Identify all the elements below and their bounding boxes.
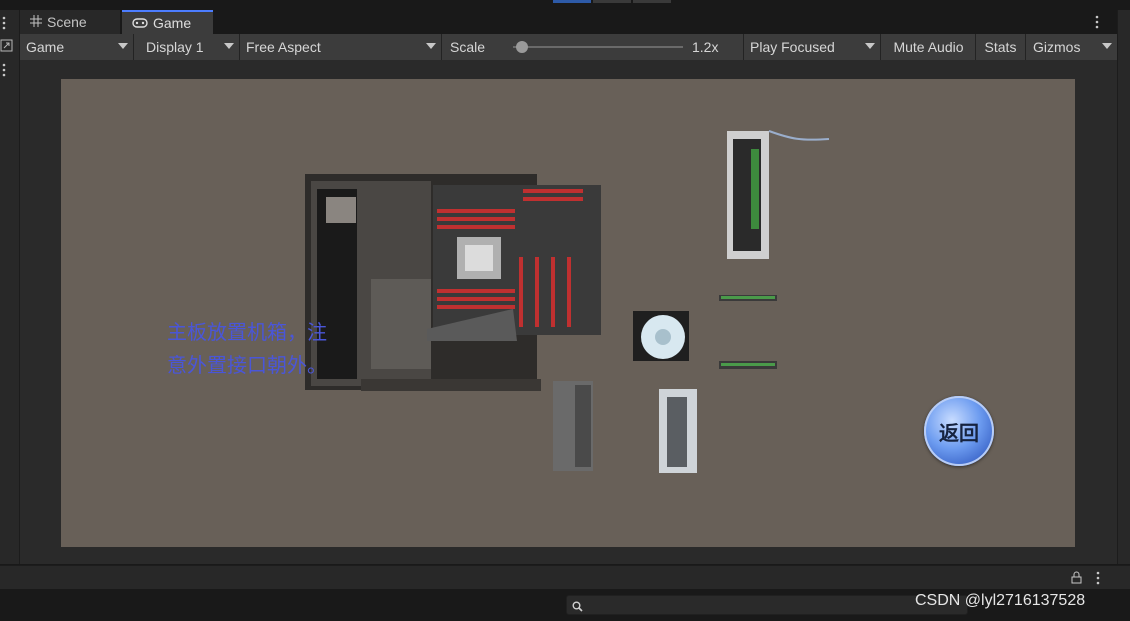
stats-label: Stats (984, 39, 1017, 55)
scale-control: Scale 1.2x (444, 34, 744, 60)
ram-stick[interactable] (719, 295, 777, 301)
power-supply[interactable] (553, 381, 593, 471)
mute-audio-label: Mute Audio (893, 39, 964, 55)
tab-bar: Scene Game (20, 10, 1117, 34)
pc-case[interactable] (305, 174, 601, 391)
search-input[interactable] (566, 595, 968, 615)
search-icon (572, 599, 583, 615)
maximize-icon[interactable] (0, 39, 13, 52)
kebab-menu-icon[interactable] (1095, 15, 1099, 29)
tab-label: Scene (47, 14, 87, 30)
kebab-menu-icon[interactable] (2, 63, 6, 77)
game-viewport[interactable]: 主板放置机箱，注 意外置接口朝外。 (61, 79, 1075, 547)
tab-label: Game (153, 15, 192, 31)
chevron-down-icon (118, 43, 128, 49)
kebab-menu-icon[interactable] (1096, 571, 1100, 585)
cpu-cooler[interactable] (633, 311, 689, 361)
return-button[interactable]: 返回 (924, 396, 994, 466)
chevron-down-icon (426, 43, 436, 49)
stats-toggle[interactable]: Stats (976, 34, 1026, 60)
aspect-dropdown[interactable]: Free Aspect (240, 34, 442, 60)
play-button[interactable] (553, 0, 591, 3)
hard-drive[interactable] (659, 389, 697, 473)
game-toolbar: Game Display 1 Free Aspect Scale 1.2x Pl… (20, 34, 1117, 61)
tab-scene[interactable]: Scene (20, 10, 120, 34)
step-button[interactable] (633, 0, 671, 3)
tab-game[interactable]: Game (122, 10, 213, 34)
play-mode-dropdown[interactable]: Play Focused (744, 34, 881, 60)
left-panel-edge (0, 10, 20, 564)
watermark: CSDN @lyl2716137528 (915, 592, 1086, 609)
gizmos-label: Gizmos (1033, 39, 1081, 55)
console-panel-header (0, 565, 1130, 590)
display-label: Display 1 (146, 39, 204, 55)
grid-icon (30, 14, 42, 30)
chevron-down-icon (224, 43, 234, 49)
view-mode-label: Game (26, 39, 65, 55)
chevron-down-icon (1102, 43, 1112, 49)
scale-label: Scale (450, 39, 486, 55)
scale-value: 1.2x (692, 39, 719, 55)
graphics-card[interactable] (727, 130, 830, 259)
scale-slider-thumb[interactable] (515, 41, 528, 53)
instruction-line-1: 主板放置机箱，注 (167, 322, 327, 344)
scale-slider-track[interactable] (513, 46, 683, 48)
gamepad-icon (132, 15, 148, 31)
right-panel-edge (1117, 10, 1130, 564)
chevron-down-icon (865, 43, 875, 49)
instruction-line-2: 意外置接口朝外。 (167, 355, 327, 377)
ram-stick[interactable] (719, 361, 777, 369)
view-mode-dropdown[interactable]: Game (20, 34, 134, 60)
play-mode-label: Play Focused (750, 39, 835, 55)
kebab-menu-icon[interactable] (2, 16, 6, 30)
gizmos-dropdown[interactable]: Gizmos (1027, 34, 1117, 60)
lock-icon[interactable] (1071, 571, 1082, 584)
aspect-label: Free Aspect (246, 39, 321, 55)
pause-button[interactable] (593, 0, 631, 3)
mute-audio-toggle[interactable]: Mute Audio (882, 34, 976, 60)
return-label: 返回 (939, 422, 979, 445)
instruction-text: 主板放置机箱，注 意外置接口朝外。 (167, 317, 327, 383)
display-dropdown[interactable]: Display 1 (140, 34, 240, 60)
